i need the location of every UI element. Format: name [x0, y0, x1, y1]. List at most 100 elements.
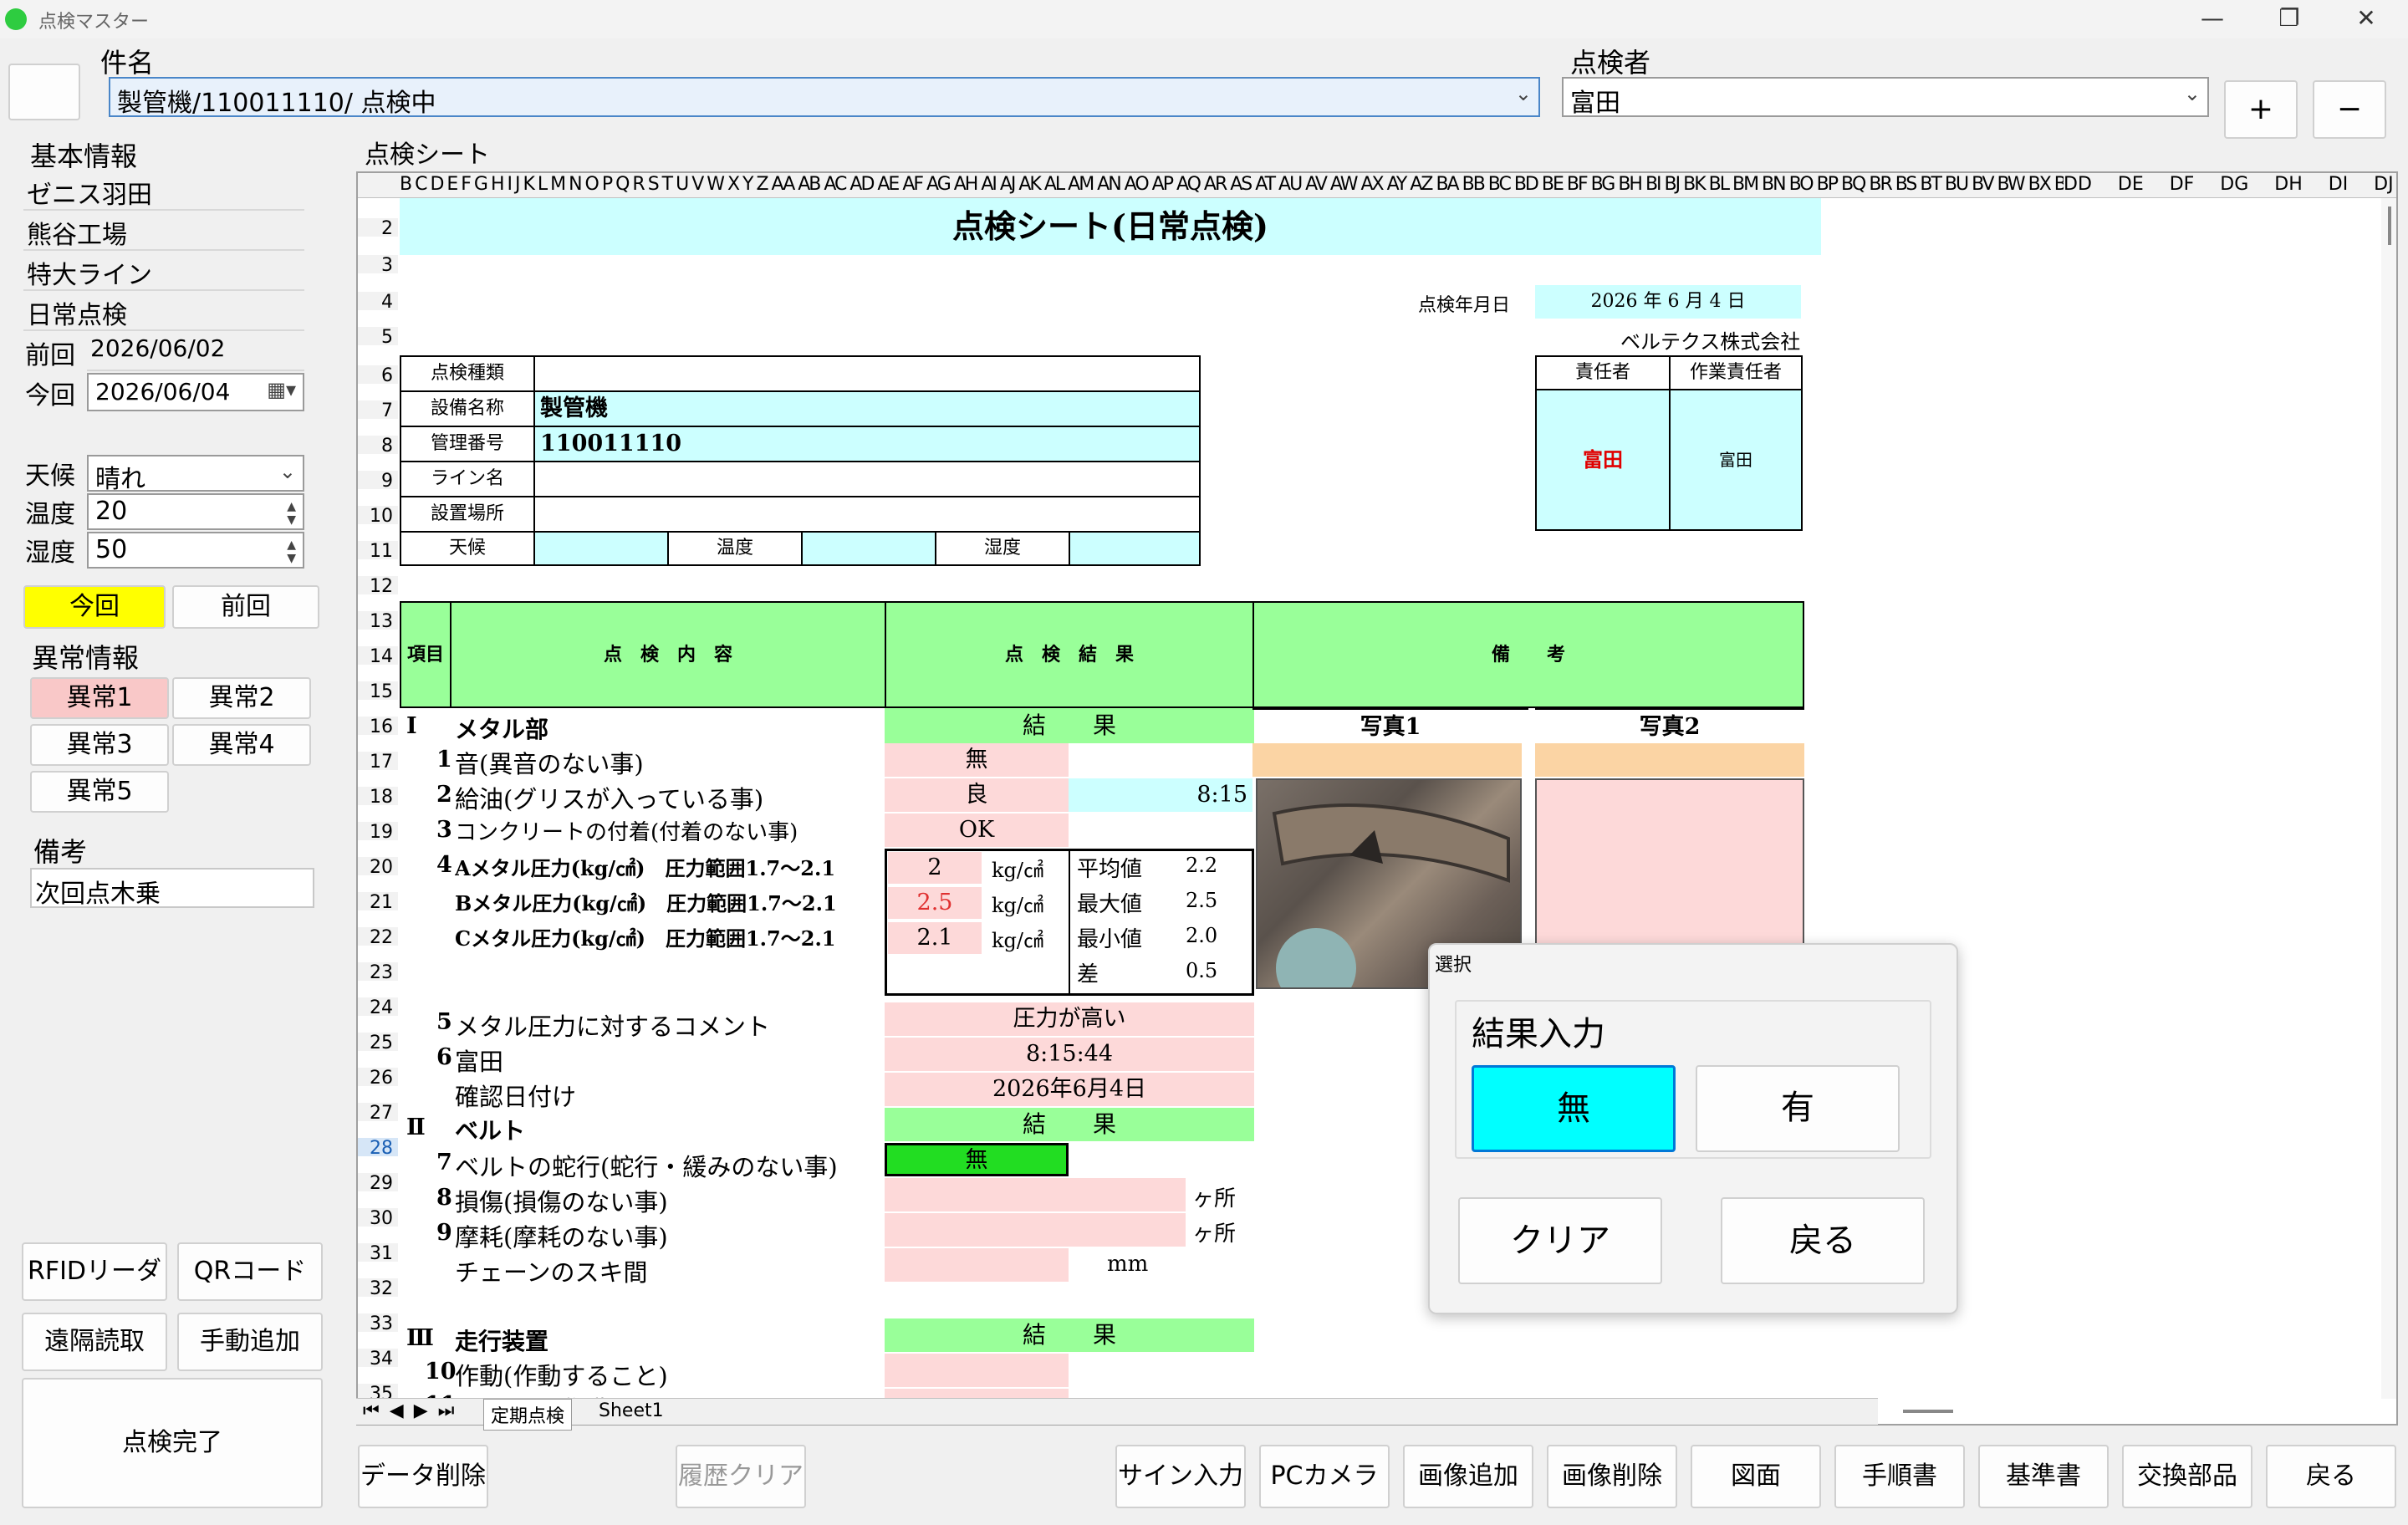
clear-button[interactable]: クリア [1458, 1197, 1662, 1284]
replacement-parts-button[interactable]: 交換部品 [2122, 1445, 2252, 1508]
row-number[interactable]: 16 [358, 717, 398, 737]
row-number[interactable]: 2 [358, 218, 398, 239]
row-number[interactable]: 26 [358, 1068, 398, 1089]
result-cell[interactable]: 良 [885, 778, 1069, 812]
row-number[interactable]: 34 [358, 1349, 398, 1369]
gap-cell[interactable] [885, 1248, 1069, 1282]
row-number[interactable]: 11 [358, 541, 398, 562]
row-number[interactable]: 24 [358, 997, 398, 1018]
delete-image-button[interactable]: 画像削除 [1547, 1445, 1677, 1508]
tab-regular-inspection[interactable]: 定期点検 [483, 1399, 573, 1431]
count-cell[interactable] [1069, 1178, 1186, 1211]
row-number[interactable]: 12 [358, 576, 398, 597]
minimize-button[interactable]: — [2174, 0, 2251, 38]
photo2-caption[interactable] [1535, 743, 1804, 777]
clear-history-button[interactable]: 履歴クリア [676, 1445, 806, 1508]
temperature-stepper[interactable]: 20 ▲ ▼ [87, 493, 304, 530]
sheet-nav-icon[interactable]: ⏮◀▶⏭ [363, 1400, 464, 1421]
pressure-a-value[interactable]: 2 [888, 852, 982, 884]
pressure-c-value[interactable]: 2.1 [888, 922, 982, 954]
drawing-button[interactable]: 図面 [1691, 1445, 1821, 1508]
comment-cell[interactable]: 圧力が高い [885, 1002, 1254, 1036]
row-number[interactable]: 18 [358, 787, 398, 808]
row-number[interactable]: 23 [358, 962, 398, 983]
row-number[interactable]: 10 [358, 506, 398, 527]
result-cell[interactable] [885, 1213, 1069, 1247]
inspector-combo[interactable]: 富田 ⌄ [1562, 77, 2209, 118]
blank-button[interactable] [8, 64, 80, 120]
back-button[interactable]: 戻る [1721, 1197, 1925, 1284]
pressure-b-value[interactable]: 2.5 [888, 887, 982, 919]
close-button[interactable]: ✕ [2328, 0, 2405, 38]
remote-read-button[interactable]: 遠隔読取 [22, 1313, 167, 1371]
remove-inspector-button[interactable]: − [2313, 80, 2386, 139]
curr-date-picker[interactable]: 2026/06/04 ▦▾ [87, 373, 304, 411]
restore-button[interactable]: ❐ [2251, 0, 2328, 38]
delete-data-button[interactable]: データ削除 [358, 1445, 488, 1508]
prev-button[interactable]: 前回 [172, 585, 319, 629]
time-cell[interactable]: 8:15 [1069, 778, 1252, 812]
selected-result-cell[interactable]: 無 [885, 1143, 1069, 1176]
horizontal-scroll-thumb[interactable] [1903, 1410, 1953, 1413]
row-number[interactable]: 17 [358, 752, 398, 773]
row-number[interactable]: 21 [358, 892, 398, 913]
row-number[interactable]: 3 [358, 255, 398, 276]
standard-button[interactable]: 基準書 [1978, 1445, 2109, 1508]
spreadsheet[interactable]: B C D E F G H I J K L M N O P Q R S T U … [356, 171, 2398, 1426]
result-cell[interactable]: OK [885, 814, 1069, 847]
anomaly-3-button[interactable]: 異常3 [30, 724, 169, 766]
spinner-icon[interactable]: ▲ ▼ [287, 538, 296, 565]
row-number[interactable]: 20 [358, 857, 398, 878]
add-image-button[interactable]: 画像追加 [1403, 1445, 1533, 1508]
row-number[interactable]: 28 [358, 1138, 398, 1159]
complete-inspection-button[interactable]: 点検完了 [22, 1378, 323, 1508]
row-number[interactable]: 14 [358, 646, 398, 667]
row-number[interactable]: 32 [358, 1278, 398, 1299]
row-number[interactable]: 5 [358, 327, 398, 348]
humidity-stepper[interactable]: 50 ▲ ▼ [87, 532, 304, 569]
row-number[interactable]: 27 [358, 1103, 398, 1124]
row-number[interactable]: 4 [358, 292, 398, 313]
date-cell[interactable]: 2026年6月4日 [885, 1073, 1254, 1106]
result-cell[interactable]: 無 [885, 743, 1069, 777]
anomaly-4-button[interactable]: 異常4 [172, 724, 311, 766]
anomaly-1-button[interactable]: 異常1 [30, 677, 169, 719]
vertical-scroll-thumb[interactable] [2388, 207, 2391, 245]
anomaly-5-button[interactable]: 異常5 [30, 771, 169, 813]
qr-code-button[interactable]: QRコード [177, 1242, 323, 1301]
count-cell[interactable] [1069, 1213, 1186, 1247]
row-number[interactable]: 31 [358, 1243, 398, 1264]
row-number[interactable]: 22 [358, 927, 398, 948]
time-cell[interactable]: 8:15:44 [885, 1038, 1254, 1071]
weather-combo[interactable]: 晴れ ⌄ [87, 455, 304, 494]
add-inspector-button[interactable]: + [2224, 80, 2298, 139]
sign-input-button[interactable]: サイン入力 [1115, 1445, 1246, 1508]
row-number[interactable]: 6 [358, 365, 398, 386]
result-cell[interactable] [885, 1178, 1069, 1211]
back-main-button[interactable]: 戻る [2266, 1445, 2396, 1508]
row-number[interactable]: 7 [358, 400, 398, 421]
row-number[interactable]: 19 [358, 822, 398, 843]
row-number[interactable]: 15 [358, 681, 398, 702]
option-yes-button[interactable]: 有 [1696, 1065, 1900, 1152]
anomaly-2-button[interactable]: 異常2 [172, 677, 311, 719]
rfid-reader-button[interactable]: RFIDリーダ [22, 1242, 167, 1301]
tab-sheet1[interactable]: Sheet1 [592, 1399, 671, 1423]
remarks-field[interactable]: 次回点木乗 [30, 868, 314, 909]
spinner-icon[interactable]: ▲ ▼ [287, 500, 296, 527]
procedure-button[interactable]: 手順書 [1834, 1445, 1965, 1508]
manual-add-button[interactable]: 手動追加 [177, 1313, 323, 1371]
now-button[interactable]: 今回 [23, 585, 166, 629]
row-number[interactable]: 9 [358, 471, 398, 492]
row-number[interactable]: 25 [358, 1033, 398, 1053]
photo1-caption[interactable] [1252, 743, 1522, 777]
row-number[interactable]: 29 [358, 1173, 398, 1194]
row-number[interactable]: 13 [358, 611, 398, 632]
pc-camera-button[interactable]: PCカメラ [1259, 1445, 1390, 1508]
result-cell[interactable] [885, 1354, 1069, 1387]
vertical-scrollbar[interactable] [2381, 198, 2396, 1399]
row-number[interactable]: 33 [358, 1313, 398, 1334]
subject-combo[interactable]: 製管機/110011110/ 点検中 ⌄ [109, 77, 1540, 118]
calendar-icon[interactable]: ▦▾ [267, 378, 296, 401]
option-none-button[interactable]: 無 [1472, 1065, 1676, 1152]
